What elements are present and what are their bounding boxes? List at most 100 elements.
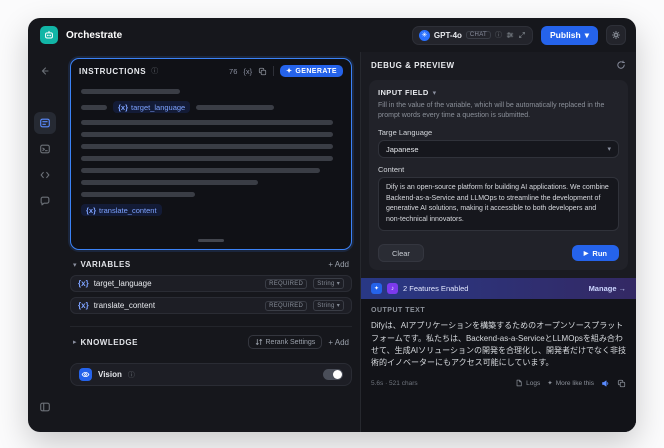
resize-handle[interactable] bbox=[198, 239, 224, 242]
model-expand-icon[interactable] bbox=[518, 31, 526, 39]
content-field-label: Content bbox=[378, 165, 405, 175]
knowledge-header: ▸ KNOWLEDGE Rerank Settings + Add bbox=[70, 326, 352, 355]
model-params-icon[interactable] bbox=[506, 31, 514, 39]
input-field-description: Fill in the value of the variable, which… bbox=[378, 102, 605, 120]
divider bbox=[273, 66, 275, 76]
type-badge[interactable]: String ▾ bbox=[313, 278, 344, 289]
info-icon: ⓘ bbox=[127, 371, 135, 379]
copy-icon[interactable] bbox=[617, 379, 626, 388]
variable-name: translate_content bbox=[93, 301, 156, 310]
model-selector[interactable]: ✳ GPT-4o CHAT ⓘ bbox=[411, 25, 534, 45]
skeleton-line bbox=[81, 180, 258, 185]
variable-chip-target-language[interactable]: {x} target_language bbox=[113, 101, 191, 113]
chevron-down-icon: ▾ bbox=[336, 303, 340, 309]
sparkle-icon: ✦ bbox=[547, 380, 553, 388]
sidebar-item-orchestrate[interactable] bbox=[34, 112, 56, 134]
logs-button[interactable]: Logs bbox=[515, 379, 540, 387]
speaker-icon[interactable] bbox=[601, 379, 610, 388]
input-field-header[interactable]: INPUT FIELD ▾ bbox=[378, 88, 619, 97]
skeleton-line bbox=[81, 156, 334, 161]
skeleton-line bbox=[81, 168, 321, 173]
debug-title: DEBUG & PREVIEW bbox=[371, 60, 455, 70]
app-header: Orchestrate ✳ GPT-4o CHAT ⓘ Publish ▾ bbox=[28, 18, 636, 52]
sidebar-item-terminal[interactable] bbox=[34, 138, 56, 160]
instructions-title: INSTRUCTIONS bbox=[79, 66, 147, 76]
language-value: Japanese bbox=[386, 144, 419, 154]
more-like-this-label: More like this bbox=[555, 379, 594, 387]
publish-button[interactable]: Publish ▾ bbox=[541, 25, 598, 45]
variable-name: target_language bbox=[131, 102, 186, 112]
logs-label: Logs bbox=[526, 379, 541, 387]
chevron-right-icon[interactable]: ▸ bbox=[73, 338, 77, 346]
app-window: Orchestrate ✳ GPT-4o CHAT ⓘ Publish ▾ IN… bbox=[28, 18, 636, 432]
sidebar-rail bbox=[28, 52, 62, 432]
back-icon[interactable] bbox=[34, 60, 56, 82]
add-knowledge-button[interactable]: + Add bbox=[328, 338, 349, 347]
chevron-down-icon: ▾ bbox=[336, 281, 340, 287]
refresh-icon[interactable] bbox=[616, 60, 626, 70]
required-badge: REQUIRED bbox=[265, 278, 308, 289]
skeleton-line bbox=[81, 89, 180, 94]
more-like-this-button[interactable]: ✦ More like this bbox=[547, 379, 594, 388]
language-select[interactable]: Japanese ▾ bbox=[378, 140, 619, 159]
variable-token: {x} bbox=[86, 205, 97, 215]
output-stats: 5.6s · 521 chars bbox=[371, 379, 418, 387]
vision-toggle[interactable] bbox=[323, 369, 343, 380]
features-bar[interactable]: ✦ ♪ 2 Features Enabled Manage → bbox=[361, 278, 636, 300]
output-title: OUTPUT TEXT bbox=[371, 307, 426, 315]
insert-variable-icon[interactable]: {x} bbox=[243, 67, 252, 76]
skeleton-line bbox=[81, 144, 334, 149]
settings-button[interactable] bbox=[606, 25, 626, 45]
app-body: INSTRUCTIONS ⓘ 76 {x} ✦ GENERATE {x} tar… bbox=[28, 52, 636, 432]
sidebar-item-api[interactable] bbox=[34, 164, 56, 186]
prompt-editor[interactable]: {x} target_language {x} translate_conten… bbox=[71, 83, 351, 249]
run-label: Run bbox=[592, 248, 607, 258]
action-row: Clear ▶ Run bbox=[378, 244, 619, 263]
model-mode-badge: CHAT bbox=[465, 31, 492, 39]
variable-row-translate-content[interactable]: {x} translate_content REQUIRED String ▾ bbox=[70, 297, 352, 314]
variable-token: {x} bbox=[78, 301, 89, 310]
model-provider-icon: ✳ bbox=[418, 29, 430, 41]
output-footer: 5.6s · 521 chars Logs ✦ More like this bbox=[371, 379, 626, 388]
skeleton-line bbox=[81, 132, 334, 137]
run-button[interactable]: ▶ Run bbox=[571, 245, 619, 262]
chevron-down-icon: ▾ bbox=[432, 89, 437, 97]
variable-row-target-language[interactable]: {x} target_language REQUIRED String ▾ bbox=[70, 275, 352, 292]
vision-label: Vision bbox=[98, 370, 122, 379]
variable-token: {x} bbox=[118, 102, 129, 112]
skeleton-line bbox=[81, 120, 334, 125]
skeleton-line bbox=[81, 192, 196, 197]
vision-eye-icon bbox=[79, 368, 92, 381]
skeleton-line bbox=[196, 104, 275, 110]
language-field-label: Targe Language bbox=[378, 128, 433, 138]
sidebar-item-annotation[interactable] bbox=[34, 190, 56, 212]
app-logo-icon[interactable] bbox=[40, 26, 58, 44]
rerank-settings-button[interactable]: Rerank Settings bbox=[247, 335, 323, 349]
chevron-down-icon[interactable]: ▾ bbox=[73, 261, 77, 269]
content-textarea[interactable]: Dify is an open-source platform for buil… bbox=[378, 177, 619, 232]
input-field-title: INPUT FIELD bbox=[378, 88, 429, 97]
feature-icon-1: ✦ bbox=[371, 283, 382, 295]
manage-features-link[interactable]: Manage → bbox=[589, 284, 626, 293]
input-field-panel: INPUT FIELD ▾ Fill in the value of the v… bbox=[369, 80, 628, 271]
publish-label: Publish bbox=[550, 30, 581, 40]
features-enabled-text: 2 Features Enabled bbox=[403, 284, 469, 294]
output-text: Difyは、AIアプリケーションを構築するためのオープンソースプラットフォームで… bbox=[371, 321, 626, 368]
required-badge: REQUIRED bbox=[265, 300, 308, 311]
model-info-icon[interactable]: ⓘ bbox=[495, 30, 502, 40]
type-badge[interactable]: String ▾ bbox=[313, 300, 344, 311]
feature-icon-2: ♪ bbox=[387, 283, 398, 295]
generate-button[interactable]: ✦ GENERATE bbox=[280, 65, 343, 77]
output-section: OUTPUT TEXT Difyは、AIアプリケーションを構築するためのオープン… bbox=[361, 299, 636, 432]
sparkle-icon: ✦ bbox=[286, 68, 293, 75]
layout-panel-icon[interactable] bbox=[34, 396, 56, 418]
page-title: Orchestrate bbox=[66, 29, 123, 41]
generate-label: GENERATE bbox=[295, 67, 337, 75]
add-variable-button[interactable]: + Add bbox=[328, 260, 349, 269]
play-icon: ▶ bbox=[583, 250, 589, 257]
clear-button[interactable]: Clear bbox=[378, 244, 424, 263]
copy-icon[interactable] bbox=[258, 67, 267, 76]
variable-chip-translate-content[interactable]: {x} translate_content bbox=[81, 204, 162, 216]
orchestrate-panel: INSTRUCTIONS ⓘ 76 {x} ✦ GENERATE {x} tar… bbox=[62, 52, 360, 432]
instructions-header: INSTRUCTIONS ⓘ 76 {x} ✦ GENERATE bbox=[71, 59, 351, 83]
